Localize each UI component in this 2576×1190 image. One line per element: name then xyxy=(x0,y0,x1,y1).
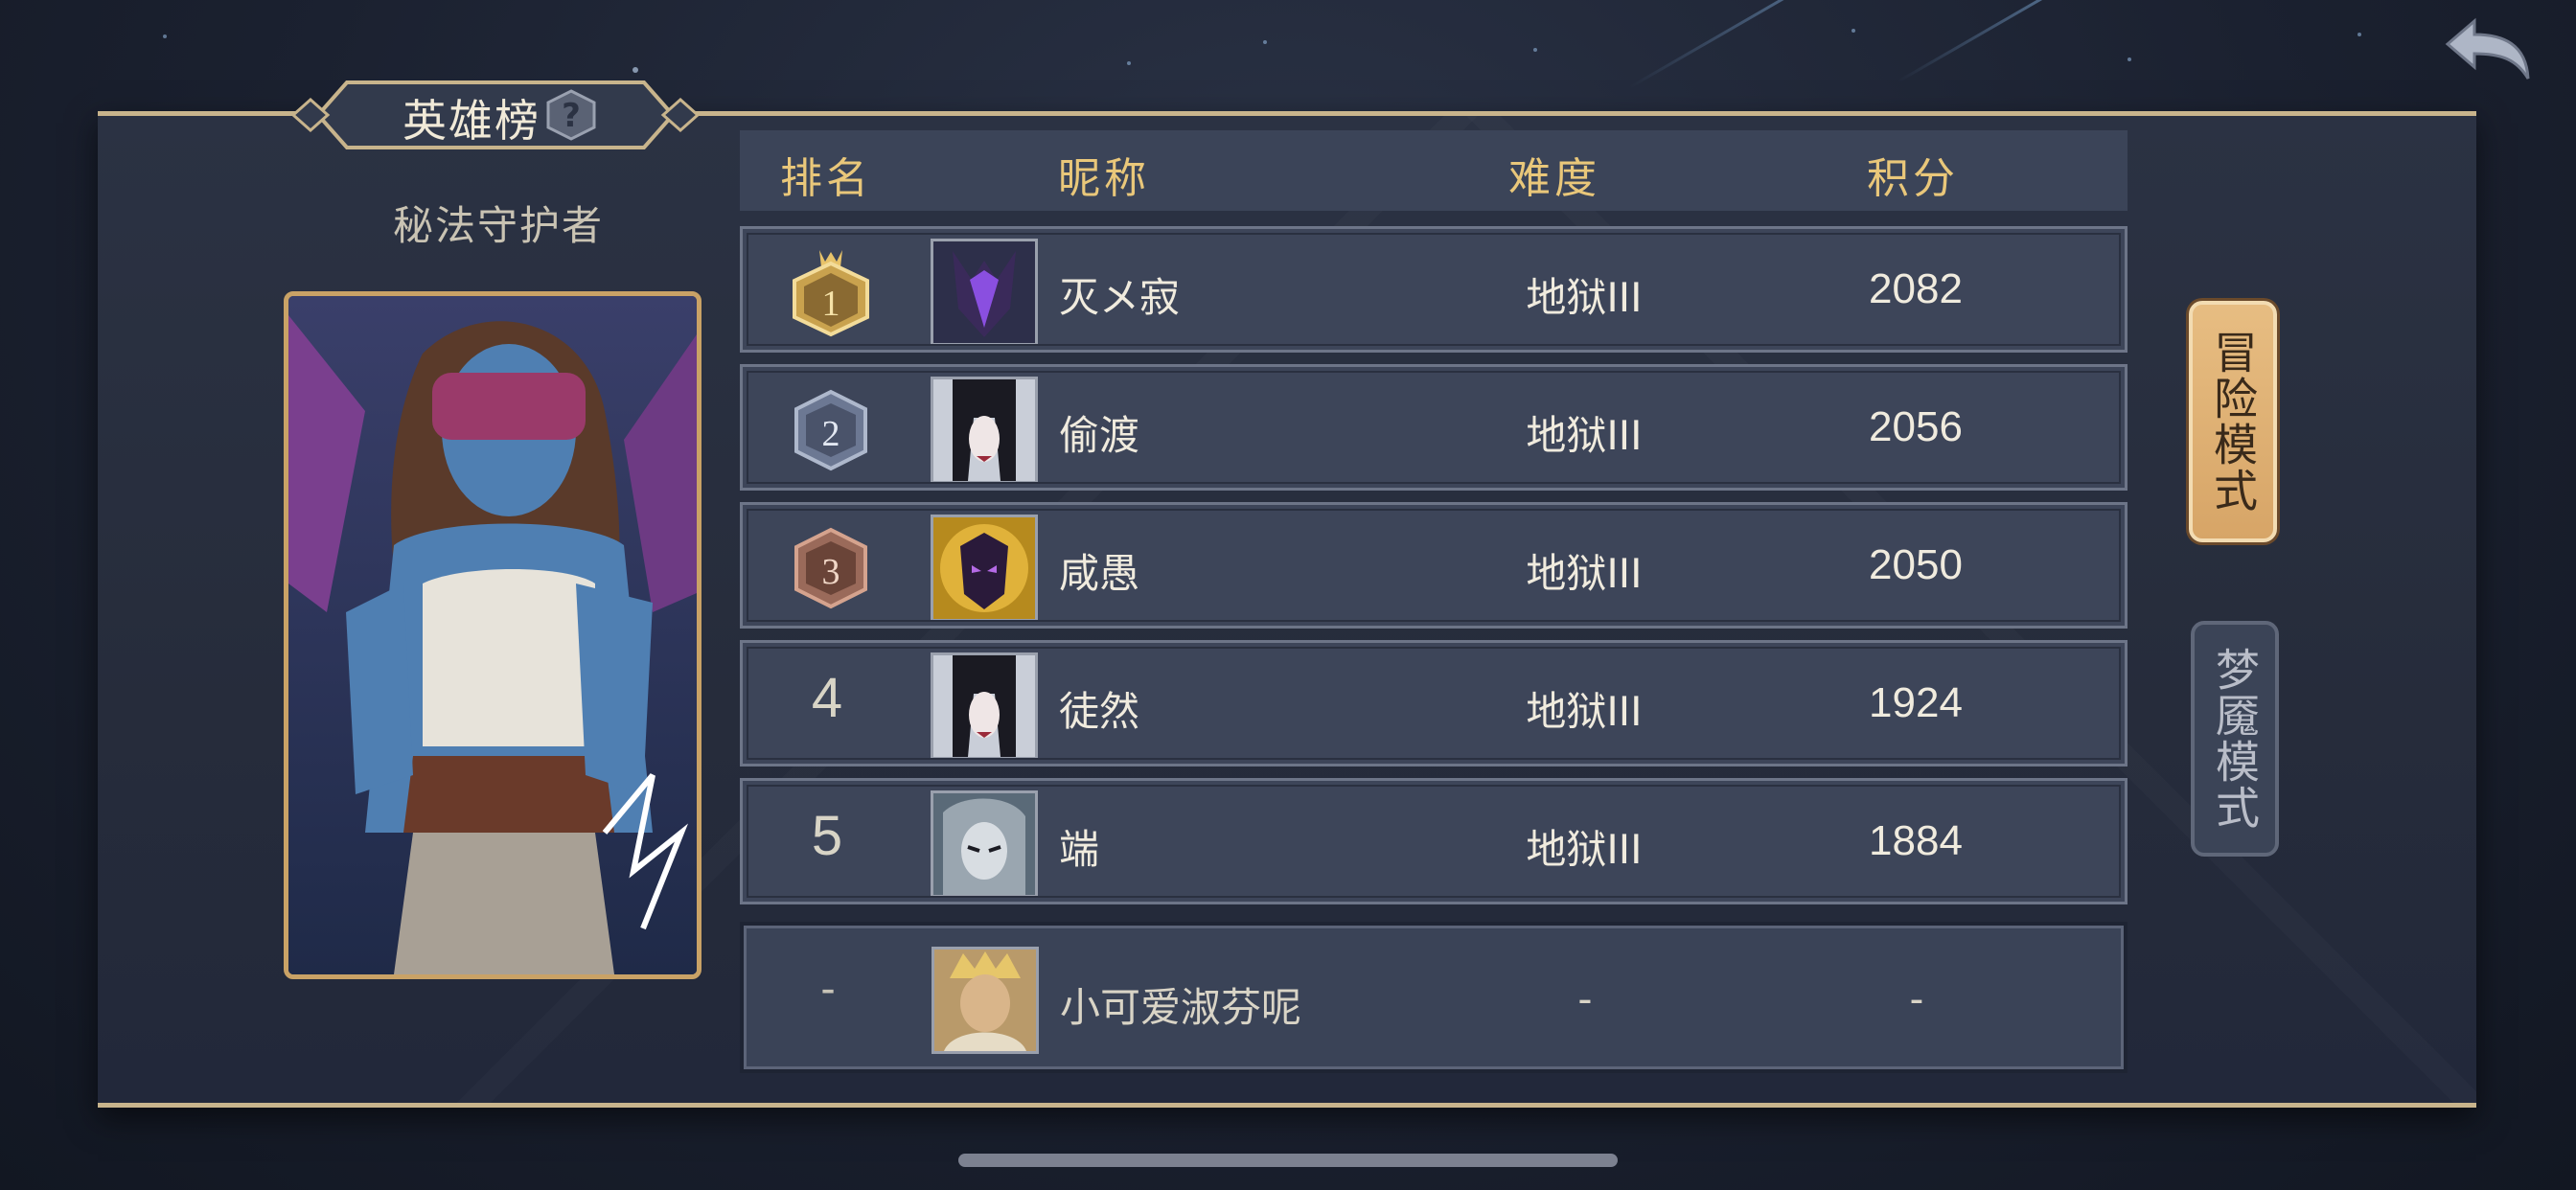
difficulty-value: 地狱III xyxy=(1526,550,1643,597)
tab-label: 冒险模式 xyxy=(2207,330,2259,514)
rank-number: 5 xyxy=(811,805,843,867)
back-button[interactable] xyxy=(2442,15,2534,86)
score-value: 2082 xyxy=(1869,265,1963,312)
score-value: 2056 xyxy=(1869,403,1963,450)
player-nickname: 小可爱淑芬呢 xyxy=(1060,984,1302,1031)
column-rank: 排名 xyxy=(780,154,872,203)
home-indicator[interactable] xyxy=(958,1154,1618,1167)
title-plaque: 英雄榜 ? xyxy=(289,77,702,153)
difficulty-value: 地狱III xyxy=(1526,826,1643,873)
avatar xyxy=(931,377,1038,484)
score-value: 1884 xyxy=(1869,817,1963,864)
column-score: 积分 xyxy=(1867,154,1959,203)
avatar xyxy=(931,790,1038,898)
table-row[interactable]: 5 端 地狱III 1884 xyxy=(740,778,2128,904)
back-arrow-icon xyxy=(2445,17,2530,80)
player-nickname: 咸愚 xyxy=(1059,550,1140,597)
table-row[interactable]: 1 灭メ寂 地狱III 2082 xyxy=(740,226,2128,353)
table-row[interactable]: 2 偷渡 地狱III 2056 xyxy=(740,364,2128,491)
column-difficulty: 难度 xyxy=(1508,154,1600,203)
table-row[interactable]: 4 徒然 地狱III 1924 xyxy=(740,640,2128,767)
avatar xyxy=(931,515,1038,622)
table-row[interactable]: 3 咸愚 地狱III 2050 xyxy=(740,502,2128,629)
hero-name: 秘法守护者 xyxy=(392,202,604,249)
tab-nightmare-mode[interactable]: 梦魇模式 xyxy=(2191,621,2279,857)
hero-portrait-image xyxy=(288,296,697,974)
tab-label: 梦魇模式 xyxy=(2209,647,2261,831)
table-header: 排名 昵称 难度 积分 xyxy=(740,130,2128,211)
difficulty-value: - xyxy=(1577,975,1593,1022)
score-value: - xyxy=(1909,975,1924,1022)
rank-number: 4 xyxy=(811,667,843,729)
player-nickname: 灭メ寂 xyxy=(1059,274,1181,321)
difficulty-value: 地狱III xyxy=(1526,274,1643,321)
player-nickname: 端 xyxy=(1059,826,1100,873)
column-nickname: 昵称 xyxy=(1058,154,1150,203)
tab-adventure-mode[interactable]: 冒险模式 xyxy=(2189,301,2277,542)
score-value: 2050 xyxy=(1869,541,1963,588)
help-icon[interactable]: ? xyxy=(544,88,598,142)
medal-number: 3 xyxy=(822,552,840,592)
medal-number: 2 xyxy=(822,414,840,454)
avatar xyxy=(931,652,1038,760)
medal-number: 1 xyxy=(822,284,840,324)
bronze-medal-icon: 3 xyxy=(787,522,875,614)
rank-number: - xyxy=(820,963,836,1013)
my-rank-row: - 小可爱淑芬呢 - - xyxy=(740,922,2128,1073)
silver-medal-icon: 2 xyxy=(787,384,875,476)
avatar xyxy=(931,239,1038,346)
player-nickname: 徒然 xyxy=(1059,688,1140,735)
svg-text:?: ? xyxy=(562,97,581,135)
difficulty-value: 地狱III xyxy=(1526,412,1643,459)
avatar xyxy=(932,947,1039,1054)
gold-crown-medal-icon: 1 xyxy=(787,246,875,338)
hero-portrait xyxy=(284,291,702,979)
score-value: 1924 xyxy=(1869,679,1963,726)
player-nickname: 偷渡 xyxy=(1059,412,1140,459)
difficulty-value: 地狱III xyxy=(1526,688,1643,735)
page-title: 英雄榜 xyxy=(402,95,540,147)
